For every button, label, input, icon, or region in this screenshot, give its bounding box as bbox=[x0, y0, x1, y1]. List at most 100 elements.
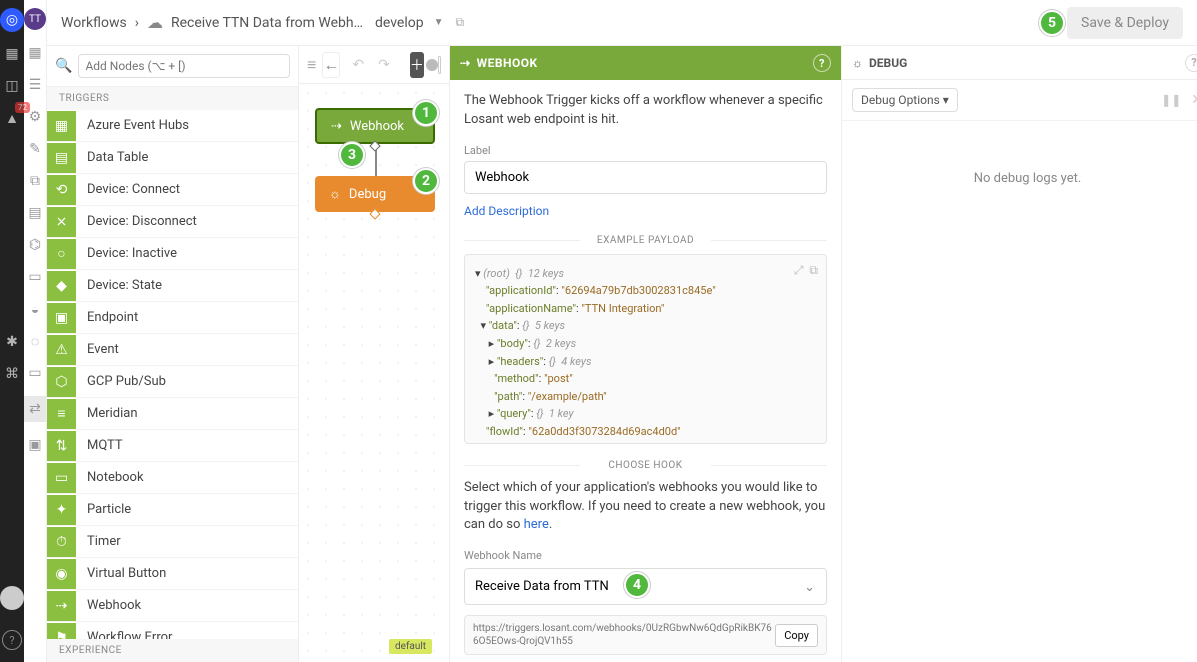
trigger-item[interactable]: ≡Meridian bbox=[47, 398, 298, 430]
nav-icon-page[interactable] bbox=[2, 300, 22, 320]
trigger-icon: ◉ bbox=[47, 559, 77, 589]
org-avatar[interactable]: TT bbox=[24, 8, 46, 30]
trigger-item[interactable]: ⚑Workflow Error bbox=[47, 622, 298, 639]
trigger-item[interactable]: ✦Particle bbox=[47, 494, 298, 526]
palette-section-triggers: TRIGGERS bbox=[47, 87, 298, 110]
trigger-icon: ⬡ bbox=[47, 367, 77, 397]
nav-icon-notifications[interactable]: ▲ bbox=[2, 108, 22, 128]
side-icon-workflows[interactable]: ⇄ bbox=[26, 400, 44, 418]
callout-2: 2 bbox=[413, 168, 439, 194]
trigger-icon: ⟲ bbox=[47, 175, 77, 205]
trigger-item[interactable]: ▣Endpoint bbox=[47, 302, 298, 334]
trigger-item[interactable]: ⇅MQTT bbox=[47, 430, 298, 462]
add-description-link[interactable]: Add Description bbox=[464, 204, 549, 218]
section-example-payload: EXAMPLE PAYLOAD bbox=[464, 235, 827, 246]
redo-button[interactable]: ↷ bbox=[372, 55, 396, 75]
nav-icon-graph[interactable]: ✱ bbox=[2, 332, 22, 352]
breadcrumb-title[interactable]: Receive TTN Data from Webh… bbox=[171, 15, 363, 31]
trigger-item[interactable]: ⚠Event bbox=[47, 334, 298, 366]
trigger-item[interactable]: ○Device: Inactive bbox=[47, 238, 298, 270]
side-icon-6[interactable]: ▤ bbox=[26, 204, 44, 222]
nav-icon-table[interactable] bbox=[2, 236, 22, 256]
nav-icon-gear[interactable] bbox=[2, 140, 22, 160]
trigger-icon: ▭ bbox=[47, 463, 77, 493]
panel-help-icon[interactable]: ? bbox=[813, 54, 831, 72]
example-payload-box: ⤢⧉ ▾ (root) {} 12 keys "applicationId": … bbox=[464, 254, 827, 444]
payload-expand-icon[interactable]: ⤢ bbox=[794, 261, 804, 280]
side-icon-7[interactable]: ⌬ bbox=[26, 236, 44, 254]
undo-button[interactable]: ↶ bbox=[346, 55, 370, 75]
trigger-item[interactable]: ⇢Webhook bbox=[47, 590, 298, 622]
trigger-item[interactable]: ◉Virtual Button bbox=[47, 558, 298, 590]
breadcrumb-root[interactable]: Workflows bbox=[61, 15, 127, 31]
trigger-icon: ▤ bbox=[47, 143, 77, 173]
nav-icon-box[interactable]: ◫ bbox=[2, 76, 22, 96]
debug-close-icon[interactable]: ✕ bbox=[1191, 92, 1197, 108]
palette-section-experience: EXPERIENCE bbox=[47, 639, 298, 662]
trigger-item[interactable]: ⟲Device: Connect bbox=[47, 174, 298, 206]
copy-url-button[interactable]: Copy bbox=[775, 624, 818, 647]
trigger-item[interactable]: ◆Device: State bbox=[47, 270, 298, 302]
trigger-icon: ⨯ bbox=[47, 207, 77, 237]
debug-options-dropdown[interactable]: Debug Options ▾ bbox=[852, 88, 958, 112]
debug-pause-icon[interactable]: ❚❚ bbox=[1161, 93, 1181, 107]
debug-gear-icon: ☼ bbox=[852, 56, 863, 70]
trigger-item[interactable]: ⏱Timer bbox=[47, 526, 298, 558]
webhook-name-label: Webhook Name bbox=[464, 549, 827, 562]
nav-icon-dashboard[interactable]: ▦ bbox=[2, 44, 22, 64]
copy-icon[interactable]: ⧉ bbox=[456, 15, 465, 30]
payload-copy-icon[interactable]: ⧉ bbox=[809, 261, 818, 280]
branch-name[interactable]: develop bbox=[375, 15, 424, 31]
trigger-list: ▦Azure Event Hubs ▤Data Table ⟲Device: C… bbox=[47, 110, 298, 639]
trigger-icon: ≡ bbox=[47, 399, 77, 429]
trigger-icon: ⇅ bbox=[47, 431, 77, 461]
debug-help-icon[interactable]: ? bbox=[1185, 54, 1197, 72]
workflow-canvas[interactable]: ⇢ Webhook ☼ Debug 1 2 3 default bbox=[299, 84, 449, 662]
side-icon-5[interactable]: ⧉ bbox=[26, 172, 44, 190]
trigger-item[interactable]: ⨯Device: Disconnect bbox=[47, 206, 298, 238]
trigger-item[interactable]: ⬡GCP Pub/Sub bbox=[47, 366, 298, 398]
trigger-icon: ◆ bbox=[47, 271, 77, 301]
side-icon-9[interactable]: ◒ bbox=[26, 300, 44, 318]
side-icon-11[interactable]: ▭ bbox=[26, 364, 44, 382]
side-icon-1[interactable]: ▦ bbox=[26, 44, 44, 62]
debug-node-icon: ☼ bbox=[329, 186, 341, 202]
cloud-icon: ☁ bbox=[147, 13, 163, 32]
panel-header-title: WEBHOOK bbox=[477, 56, 538, 70]
trigger-item[interactable]: ▦Azure Event Hubs bbox=[47, 110, 298, 142]
trigger-icon: ✦ bbox=[47, 495, 77, 525]
side-icon-10[interactable]: ◌ bbox=[26, 332, 44, 350]
canvas-toggle[interactable] bbox=[438, 56, 441, 74]
canvas-back-button[interactable]: ← bbox=[322, 52, 340, 78]
nav-icon-tree[interactable] bbox=[2, 268, 22, 288]
nav-icon-layers[interactable] bbox=[2, 204, 22, 224]
nav-icon-branch[interactable] bbox=[2, 172, 22, 192]
side-icon-2[interactable]: ☰ bbox=[26, 76, 44, 94]
trigger-icon: ▦ bbox=[47, 111, 77, 141]
trigger-icon: ⚑ bbox=[47, 623, 77, 640]
create-webhook-link[interactable]: here bbox=[524, 517, 549, 532]
debug-empty-message: No debug logs yet. bbox=[842, 121, 1197, 662]
side-icon-8[interactable]: ▭ bbox=[26, 268, 44, 286]
trigger-icon: ○ bbox=[47, 239, 77, 269]
side-icon-4[interactable]: ✎ bbox=[26, 140, 44, 158]
trigger-item[interactable]: ▭Notebook bbox=[47, 462, 298, 494]
user-avatar[interactable] bbox=[0, 586, 24, 610]
nav-icon-code[interactable]: ⌘ bbox=[2, 364, 22, 384]
app-logo[interactable]: ◎ bbox=[0, 8, 24, 32]
branch-caret-icon[interactable]: ▼ bbox=[434, 17, 444, 28]
canvas-add-button[interactable]: ＋ bbox=[410, 52, 424, 78]
save-deploy-button[interactable]: Save & Deploy bbox=[1067, 7, 1183, 39]
trigger-item[interactable]: ▤Data Table bbox=[47, 142, 298, 174]
canvas-menu-icon[interactable]: ≡ bbox=[307, 55, 316, 75]
webhook-header-icon: ⇢ bbox=[460, 56, 471, 70]
trigger-icon: ⚠ bbox=[47, 335, 77, 365]
trigger-icon: ⏱ bbox=[47, 527, 77, 557]
side-icon-12[interactable]: ▣ bbox=[26, 436, 44, 454]
label-input[interactable] bbox=[464, 161, 827, 194]
default-chip: default bbox=[389, 639, 432, 654]
node-search-input[interactable] bbox=[78, 54, 290, 78]
help-icon[interactable]: ? bbox=[2, 630, 22, 650]
breadcrumb-sep: › bbox=[135, 15, 139, 31]
trigger-icon: ▣ bbox=[47, 303, 77, 333]
